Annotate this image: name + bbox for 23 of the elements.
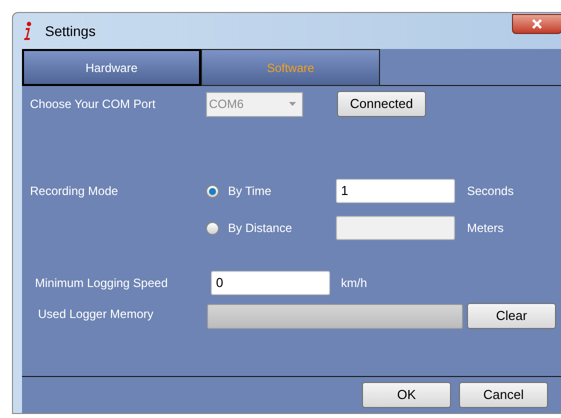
tab[interactable]: Hardware: [22, 49, 201, 86]
unit-label: Seconds: [467, 183, 514, 200]
caret-icon: [289, 102, 296, 106]
field-label: Choose Your COM Port: [30, 96, 156, 113]
radio-label: By Time: [228, 183, 272, 200]
input-field[interactable]: 0: [211, 271, 330, 295]
unit-label: Meters: [467, 220, 504, 237]
field-label: Used Logger Memory: [38, 306, 154, 323]
field-label: Minimum Logging Speed: [35, 275, 169, 292]
close-icon: [531, 19, 543, 29]
clear-button[interactable]: Clear: [467, 303, 556, 329]
window-title: Settings: [45, 22, 96, 41]
dialog-button[interactable]: Cancel: [459, 382, 548, 408]
input-field[interactable]: [336, 216, 455, 240]
dialog-button[interactable]: OK: [362, 382, 451, 408]
input-field[interactable]: 1: [336, 179, 455, 203]
unit-label: km/h: [341, 275, 368, 292]
field-label: Recording Mode: [30, 183, 120, 200]
radio-label: By Distance: [228, 220, 294, 237]
info-icon: [23, 21, 33, 41]
radio-button[interactable]: [206, 184, 219, 198]
radio-button[interactable]: [206, 222, 219, 234]
close-button[interactable]: [512, 14, 561, 34]
